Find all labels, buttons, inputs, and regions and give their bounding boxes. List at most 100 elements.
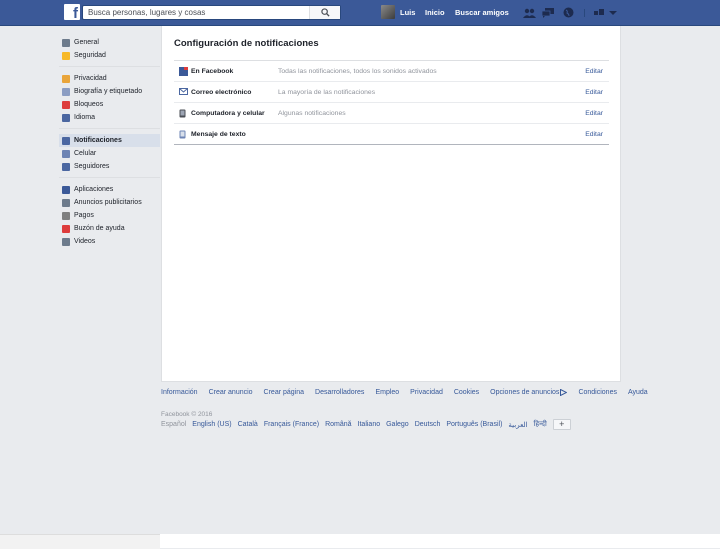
notification-settings-table: En Facebook Todas las notificaciones, tod…: [174, 60, 609, 145]
sidebar-item-block[interactable]: Bloqueos: [59, 98, 160, 111]
rss-icon: [62, 162, 70, 171]
payments-icon: [62, 211, 70, 220]
language-link[interactable]: English (US): [192, 421, 231, 428]
sidebar-group: General Seguridad: [59, 36, 160, 67]
language-link[interactable]: Français (France): [264, 421, 319, 428]
notification-row-label: En Facebook: [191, 67, 234, 75]
profile-link[interactable]: Luis: [381, 5, 415, 19]
sidebar-item-shield[interactable]: Seguridad: [59, 49, 160, 62]
toolbar-divider: [584, 9, 585, 17]
notification-row[interactable]: Mensaje de texto Editar: [174, 124, 609, 145]
notification-row[interactable]: Correo electrónico La mayoría de las noti…: [174, 82, 609, 103]
globe-icon: [62, 136, 70, 145]
home-link[interactable]: Inicio: [425, 8, 445, 17]
language-icon: [62, 113, 70, 122]
sidebar-item-apps[interactable]: Aplicaciones: [59, 183, 160, 196]
messages-icon[interactable]: [541, 6, 555, 19]
notification-row[interactable]: Computadora y celular Algunas notificacio…: [174, 103, 609, 124]
sms-icon: [179, 130, 188, 139]
search-icon: [320, 8, 330, 17]
more-languages-button[interactable]: +: [552, 419, 571, 430]
search-input[interactable]: [86, 6, 313, 19]
language-link[interactable]: Português (Brasil): [446, 421, 502, 428]
sidebar-item-label: Bloqueos: [74, 101, 104, 108]
sidebar-item-label: Aplicaciones: [74, 186, 114, 193]
sidebar-item-help[interactable]: Buzón de ayuda: [59, 222, 160, 235]
edit-link[interactable]: Editar: [585, 110, 603, 117]
footer-link[interactable]: Ayuda: [628, 389, 648, 398]
edit-link[interactable]: Editar: [585, 131, 603, 138]
sidebar-item-rss[interactable]: Seguidores: [59, 160, 160, 173]
ad-choices-icon: [560, 388, 569, 398]
device-icon: [179, 109, 188, 118]
gears-icon: [62, 38, 70, 47]
footer-link[interactable]: Crear página: [264, 389, 304, 398]
notification-row-label: Mensaje de texto: [191, 130, 246, 138]
video-icon: [62, 237, 70, 246]
user-name: Luis: [400, 7, 416, 17]
sidebar-item-timeline[interactable]: Biografía y etiquetado: [59, 85, 160, 98]
sidebar-item-label: Videos: [74, 238, 96, 245]
language-selector: Español English (US) Català Français (Franc…: [161, 419, 571, 430]
footer-link[interactable]: Condiciones: [578, 389, 617, 398]
language-link[interactable]: Română: [325, 421, 351, 428]
notification-row-label: Correo electrónico: [191, 88, 252, 96]
footer-link[interactable]: Opciones de anuncios: [490, 389, 559, 398]
help-icon: [62, 224, 70, 233]
email-icon: [179, 87, 188, 97]
edit-link[interactable]: Editar: [585, 68, 603, 75]
footer-link[interactable]: Cookies: [454, 389, 479, 398]
sidebar-item-label: Anuncios publicitarios: [74, 199, 142, 206]
ads-icon: [62, 198, 70, 207]
language-link[interactable]: हिन्दी: [534, 420, 547, 429]
language-link[interactable]: Italiano: [358, 421, 381, 428]
edit-link[interactable]: Editar: [585, 89, 603, 96]
footer-links: Información Crear anuncio Crear página Desa…: [161, 388, 648, 398]
chat-bar[interactable]: [0, 534, 160, 549]
sidebar-item-label: Biografía y etiquetado: [74, 88, 143, 95]
sidebar-item-label: Privacidad: [74, 75, 107, 82]
find-friends-link[interactable]: Buscar amigos: [455, 8, 509, 17]
page-title: Configuración de notificaciones: [174, 38, 319, 49]
block-icon: [62, 100, 70, 109]
footer-link[interactable]: Crear anuncio: [209, 389, 253, 398]
search-button[interactable]: [309, 6, 340, 19]
notifications-globe-icon[interactable]: [561, 6, 575, 19]
sidebar-item-mobile[interactable]: Celular: [59, 147, 160, 160]
language-link[interactable]: العربية: [508, 421, 527, 429]
footer-link[interactable]: Información: [161, 389, 198, 398]
sidebar-item-label: Notificaciones: [74, 137, 122, 144]
mobile-icon: [62, 149, 70, 158]
language-link[interactable]: Galego: [386, 421, 409, 428]
timeline-icon: [62, 87, 70, 96]
footer-link[interactable]: Desarrolladores: [315, 389, 364, 398]
sidebar-item-label: Pagos: [74, 212, 94, 219]
sidebar-item-label: Idioma: [74, 114, 96, 121]
account-menu-chevron-icon[interactable]: [606, 6, 620, 19]
notification-row-description: La mayoría de las notificaciones: [278, 88, 376, 96]
lock-icon: [62, 74, 70, 83]
language-link[interactable]: Deutsch: [415, 421, 441, 428]
sidebar-item-payments[interactable]: Pagos: [59, 209, 160, 222]
notification-row-description: Algunas notificaciones: [278, 109, 346, 117]
footer-link[interactable]: Privacidad: [410, 389, 443, 398]
sidebar-item-lock[interactable]: Privacidad: [59, 72, 160, 85]
facebook-logo[interactable]: f: [64, 4, 80, 20]
sidebar-item-language[interactable]: Idioma: [59, 111, 160, 124]
footer-link[interactable]: Empleo: [375, 389, 399, 398]
sidebar-item-video[interactable]: Videos: [59, 235, 160, 248]
sidebar-group: Privacidad Biografía y etiquetado Bloqueos…: [59, 72, 160, 129]
search-box: [82, 5, 341, 20]
sidebar-item-globe[interactable]: Notificaciones: [59, 134, 160, 147]
privacy-shortcuts-icon[interactable]: [592, 6, 606, 19]
sidebar-item-gears[interactable]: General: [59, 36, 160, 49]
language-link[interactable]: Català: [238, 421, 258, 428]
sidebar-item-label: Seguidores: [74, 163, 110, 170]
current-language: Español: [161, 421, 187, 428]
friend-requests-icon[interactable]: [522, 6, 536, 19]
sidebar-item-ads[interactable]: Anuncios publicitarios: [59, 196, 160, 209]
sidebar-item-label: Seguridad: [74, 52, 106, 59]
sidebar-item-label: General: [74, 39, 99, 46]
shield-icon: [62, 51, 70, 60]
notification-row[interactable]: En Facebook Todas las notificaciones, tod…: [174, 61, 609, 82]
